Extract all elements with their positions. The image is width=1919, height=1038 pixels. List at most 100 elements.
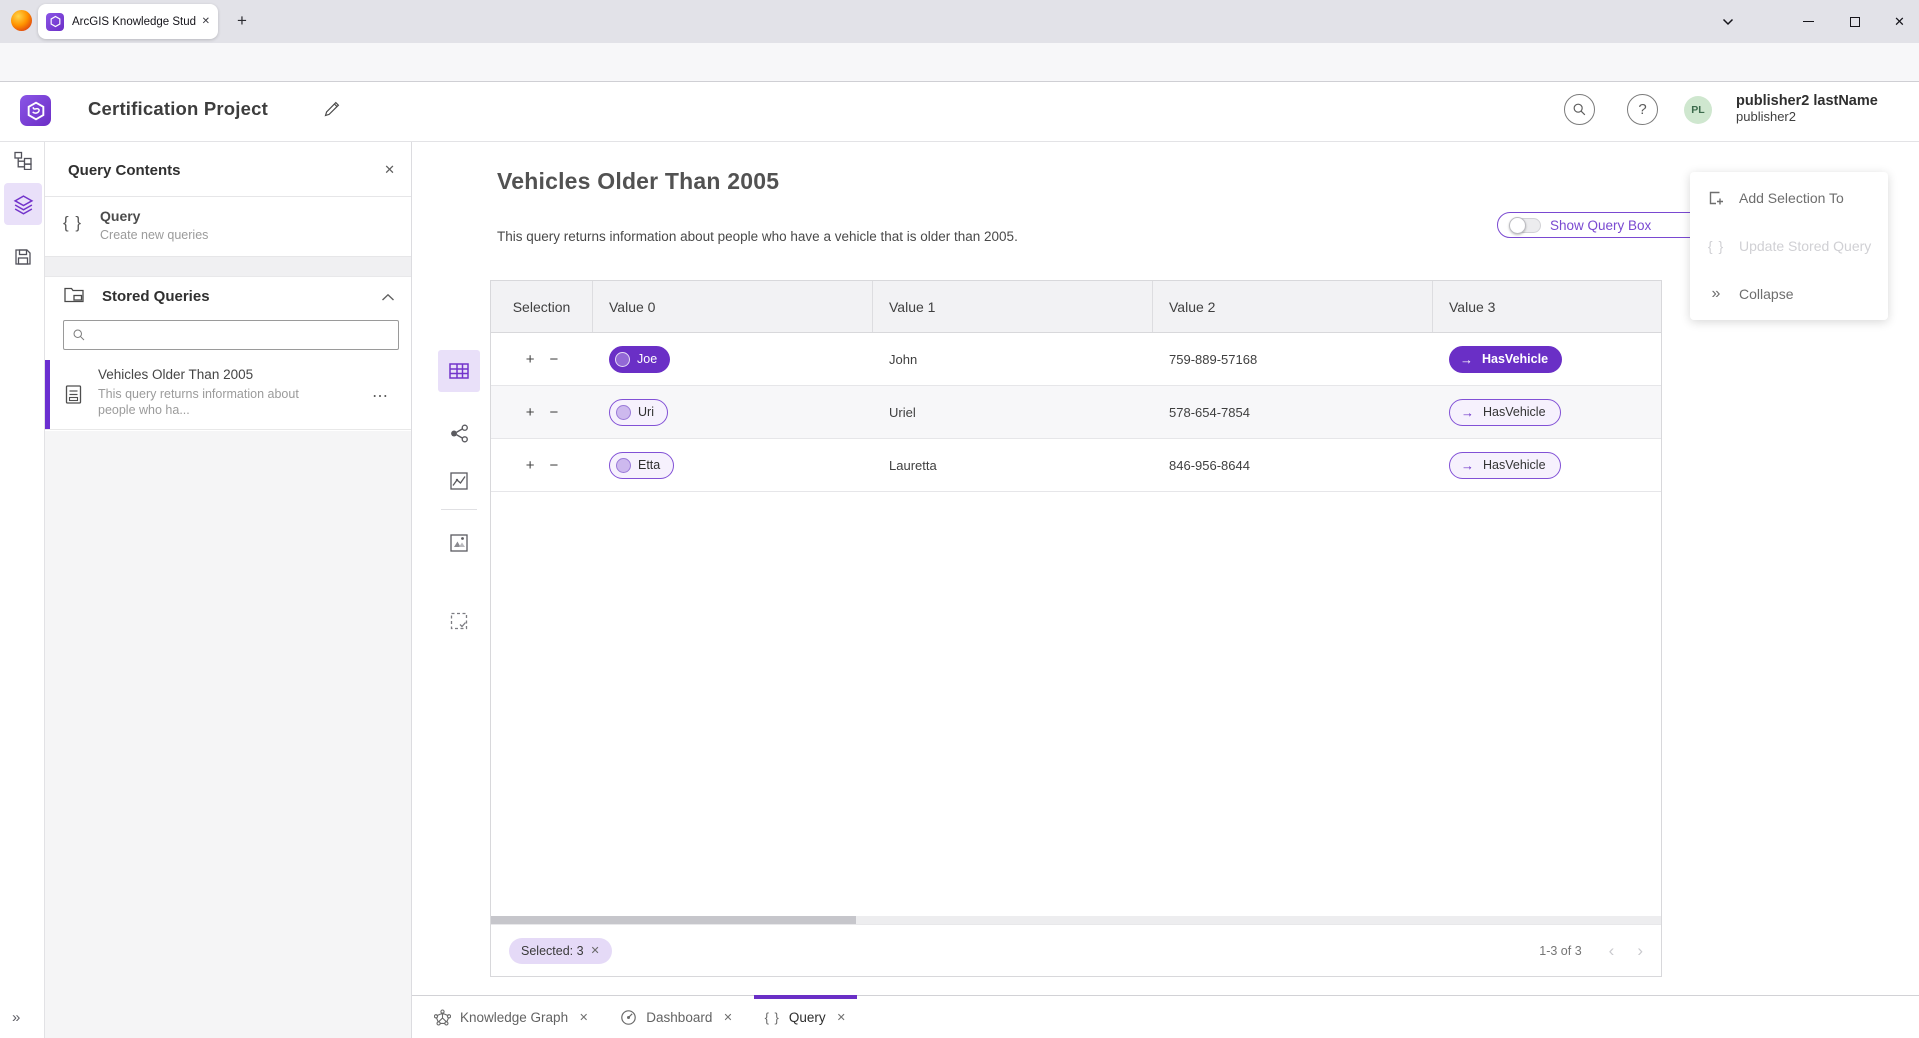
section-divider	[45, 257, 411, 277]
relationship-chip[interactable]: →HasVehicle	[1449, 399, 1561, 426]
table-footer: Selected: 3 ✕ 1-3 of 3 ‹ ›	[491, 924, 1661, 976]
tab-close-icon[interactable]: ✕	[837, 1011, 846, 1024]
braces-icon: { }	[765, 1010, 780, 1025]
stored-query-item[interactable]: Vehicles Older Than 2005 This query retu…	[45, 360, 411, 430]
select-area-icon[interactable]	[447, 609, 471, 633]
table-view-icon[interactable]	[447, 359, 471, 383]
window-minimize-button[interactable]	[1786, 0, 1830, 43]
browser-tab[interactable]: ArcGIS Knowledge Studio ✕	[38, 4, 218, 39]
app-header: Certification Project ? PL publisher2 la…	[0, 82, 1919, 142]
cell-value-1: Lauretta	[873, 439, 1153, 491]
toggle-knob[interactable]	[1509, 217, 1526, 234]
save-icon[interactable]	[11, 245, 35, 269]
browser-tab-bar: ArcGIS Knowledge Studio ✕ + ✕	[0, 0, 1919, 43]
previous-page-icon[interactable]: ‹	[1609, 942, 1615, 959]
selected-count-badge[interactable]: Selected: 3 ✕	[509, 938, 612, 964]
remove-from-selection-button[interactable]: −	[550, 458, 559, 473]
relationship-chip[interactable]: →HasVehicle	[1449, 452, 1561, 479]
bottom-tab-bar: Knowledge Graph✕Dashboard✕{ }Query✕	[412, 995, 1919, 1038]
entity-chip[interactable]: Etta	[609, 452, 674, 479]
item-options-icon[interactable]: ⋯	[372, 386, 389, 406]
stored-queries-search[interactable]	[63, 320, 399, 350]
panel-close-icon[interactable]: ✕	[384, 162, 395, 178]
tab-close-icon[interactable]: ✕	[723, 1011, 732, 1024]
pagination-range: 1-3 of 3	[1539, 944, 1581, 958]
window-close-button[interactable]: ✕	[1880, 0, 1919, 43]
link-chart-icon[interactable]	[447, 421, 471, 445]
entity-dot-icon	[615, 352, 630, 367]
dashboard-icon	[620, 1009, 637, 1026]
show-query-box-toggle[interactable]: Show Query Box	[1497, 212, 1706, 238]
list-tabs-chevron-icon[interactable]	[1712, 0, 1744, 43]
table-row: +− Joe John759-889-57168 →HasVehicle	[491, 333, 1661, 386]
stored-queries-title: Stored Queries	[102, 288, 210, 305]
knowledge-studio-logo-icon	[20, 95, 51, 126]
expand-rail-icon[interactable]: »	[12, 1009, 20, 1026]
tab-query[interactable]: { }Query✕	[749, 996, 862, 1038]
cell-value-1: Uriel	[873, 386, 1153, 438]
results-table: SelectionValue 0Value 1Value 2Value 3 +−…	[490, 280, 1662, 977]
menu-item-add-selection-to[interactable]: Add Selection To	[1690, 174, 1888, 222]
edit-project-title-icon[interactable]	[322, 99, 342, 124]
add-to-selection-button[interactable]: +	[526, 352, 535, 367]
entity-dot-icon	[616, 405, 631, 420]
remove-from-selection-button[interactable]: −	[550, 352, 559, 367]
search-input[interactable]	[93, 328, 390, 343]
entity-chip[interactable]: Uri	[609, 399, 668, 426]
new-map-icon[interactable]	[447, 531, 471, 555]
tab-label: Dashboard	[646, 1010, 712, 1025]
entity-chip[interactable]: Joe	[609, 346, 670, 373]
map-icon[interactable]	[447, 469, 471, 493]
menu-item-collapse[interactable]: »Collapse	[1690, 270, 1888, 318]
cell-value-2: 846-956-8644	[1153, 439, 1433, 491]
tab-knowledge-graph[interactable]: Knowledge Graph✕	[418, 996, 604, 1038]
query-item-sublabel: Create new queries	[100, 228, 208, 242]
relationship-chip[interactable]: →HasVehicle	[1449, 346, 1562, 373]
column-header-value-2[interactable]: Value 2	[1153, 281, 1433, 332]
search-button[interactable]	[1564, 94, 1595, 125]
toggle-track[interactable]	[1510, 218, 1541, 233]
help-button[interactable]: ?	[1627, 94, 1658, 125]
tab-dashboard[interactable]: Dashboard ✕	[604, 996, 748, 1038]
tab-close-icon[interactable]: ✕	[579, 1011, 588, 1024]
column-header-value-0[interactable]: Value 0	[593, 281, 873, 332]
relationship-label: HasVehicle	[1483, 405, 1546, 419]
stored-queries-header[interactable]: Stored Queries	[45, 277, 411, 319]
tab-close-icon[interactable]: ✕	[202, 16, 210, 27]
query-item-label: Query	[100, 208, 140, 224]
data-model-icon[interactable]	[11, 148, 35, 172]
stored-query-title: Vehicles Older Than 2005	[98, 367, 253, 382]
show-query-box-label: Show Query Box	[1550, 218, 1651, 233]
cell-value-2: 759-889-57168	[1153, 333, 1433, 385]
selected-count-label: Selected: 3	[521, 944, 584, 958]
query-contents-panel: Query Contents ✕ { } Query Create new qu…	[45, 142, 412, 1038]
clear-selection-icon[interactable]: ✕	[591, 944, 600, 957]
column-header-value-3[interactable]: Value 3	[1433, 281, 1661, 332]
chevron-up-icon[interactable]	[381, 289, 395, 307]
toolstrip-divider	[441, 509, 477, 510]
remove-from-selection-button[interactable]: −	[550, 405, 559, 420]
column-header-value-1[interactable]: Value 1	[873, 281, 1153, 332]
firefox-icon[interactable]	[11, 10, 32, 31]
context-menu: Add Selection To { }Update Stored Query»C…	[1690, 172, 1888, 320]
menu-item-update-stored-query: { }Update Stored Query	[1690, 222, 1888, 270]
menu-item-label: Add Selection To	[1739, 190, 1844, 206]
stored-query-description: This query returns information about peo…	[98, 386, 299, 418]
column-header-selection[interactable]: Selection	[491, 281, 593, 332]
query-item[interactable]: { } Query Create new queries	[45, 197, 411, 257]
selected-indicator	[45, 360, 50, 429]
next-page-icon[interactable]: ›	[1637, 942, 1643, 959]
cell-value-1: John	[873, 333, 1153, 385]
new-tab-button[interactable]: +	[230, 9, 254, 33]
add-to-selection-button[interactable]: +	[526, 458, 535, 473]
user-menu[interactable]: publisher2 lastName publisher2	[1736, 94, 1878, 124]
layers-icon[interactable]	[11, 192, 35, 216]
braces-icon: { }	[1706, 238, 1726, 254]
add-to-selection-button[interactable]: +	[526, 405, 535, 420]
entity-label: Uri	[638, 405, 654, 419]
horizontal-scrollbar[interactable]	[491, 916, 1661, 924]
table-header-row: SelectionValue 0Value 1Value 2Value 3	[491, 281, 1661, 333]
scrollbar-thumb[interactable]	[491, 916, 856, 924]
window-maximize-button[interactable]	[1833, 0, 1877, 43]
user-avatar[interactable]: PL	[1684, 96, 1712, 124]
